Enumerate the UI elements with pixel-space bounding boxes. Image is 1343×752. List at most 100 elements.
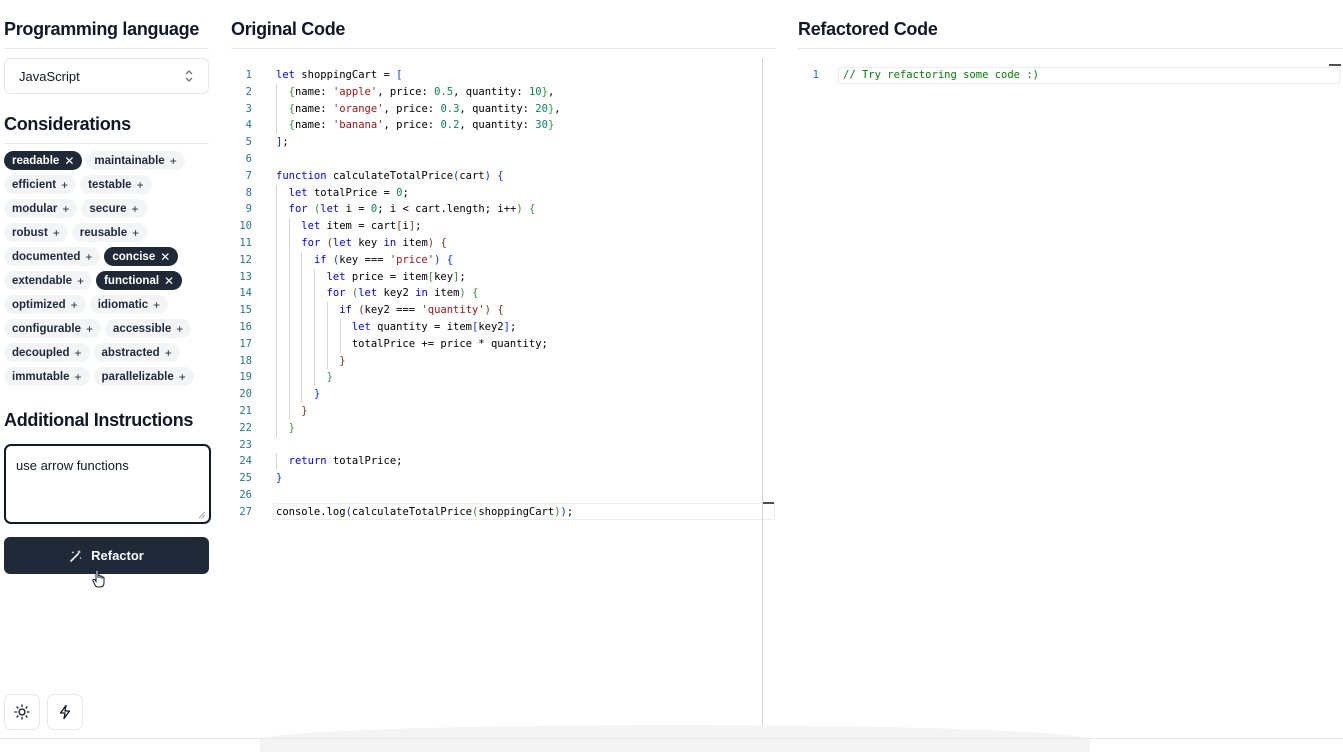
line-number: 16 [239, 320, 252, 333]
tag-label: secure [89, 202, 127, 215]
original-code-title: Original Code [231, 19, 346, 39]
instructions-textarea[interactable]: use arrow functions [4, 444, 211, 524]
add-icon: + [169, 153, 177, 168]
code-line: 19 } [231, 369, 762, 387]
tag-accessible[interactable]: accessible + [105, 319, 192, 338]
code-text: let item = cart[i]; [301, 220, 422, 233]
tag-immutable[interactable]: immutable + [4, 367, 90, 386]
line-number: 7 [245, 169, 252, 182]
code-text: {name: 'apple', price: 0.5, quantity: 10… [288, 85, 555, 98]
line-number: 13 [239, 270, 252, 283]
tag-maintainable[interactable]: maintainable + [86, 151, 185, 170]
tag-optimized[interactable]: optimized + [4, 295, 86, 314]
add-icon: + [85, 249, 93, 264]
code-text: } [313, 388, 321, 401]
tag-idiomatic[interactable]: idiomatic + [89, 295, 169, 314]
remove-icon: ✕ [160, 249, 171, 264]
tag-parallelizable[interactable]: parallelizable + [93, 367, 194, 386]
line-number: 20 [239, 388, 252, 401]
original-code-editor[interactable]: 1 let shoppingCart = [2 {name: 'apple', p… [231, 67, 762, 537]
line-number: 24 [239, 455, 252, 468]
tag-label: readable [12, 154, 60, 167]
tag-label: reusable [79, 226, 128, 239]
add-icon: + [62, 201, 70, 216]
tag-abstracted[interactable]: abstracted + [93, 343, 180, 362]
line-number: 21 [239, 404, 252, 417]
code-line: 18 } [231, 352, 762, 370]
tag-label: maintainable [94, 154, 165, 167]
line-number: 1 [245, 69, 252, 81]
resize-grip-icon[interactable] [198, 511, 206, 519]
refactored-code-editor[interactable]: 1 // Try refactoring some code :) [798, 67, 1338, 84]
code-line: 6 [231, 151, 762, 168]
line-number: 19 [239, 371, 252, 384]
tag-functional[interactable]: functional ✕ [96, 271, 183, 290]
tag-testable[interactable]: testable + [80, 175, 152, 194]
code-line: 16 let quantity = item[key2]; [231, 318, 762, 336]
code-text: console.log(calculateTotalPrice(shopping… [276, 505, 574, 518]
code-line: 2 {name: 'apple', price: 0.5, quantity: … [231, 83, 762, 101]
add-icon: + [86, 321, 94, 336]
tag-decoupled[interactable]: decoupled + [4, 343, 90, 362]
tag-label: functional [104, 274, 160, 287]
code-line: 14 for (let key2 in item) { [231, 285, 762, 303]
tag-concise[interactable]: concise ✕ [104, 247, 179, 266]
tag-label: configurable [12, 322, 82, 335]
code-text: let quantity = item[key2]; [351, 320, 517, 333]
tag-secure[interactable]: secure + [81, 199, 147, 218]
code-text: for (let key2 in item) { [326, 287, 479, 300]
code-line: 25} [231, 470, 762, 487]
add-icon: + [131, 201, 139, 216]
add-icon: + [77, 273, 85, 288]
add-icon: + [178, 369, 186, 384]
tag-readable[interactable]: readable ✕ [4, 151, 83, 170]
line-number: 4 [245, 119, 252, 132]
hand-pointer-icon [92, 569, 105, 588]
tag-robust[interactable]: robust + [4, 223, 68, 242]
line-number: 12 [239, 253, 252, 266]
line-number: 27 [239, 505, 252, 518]
divider [231, 48, 776, 49]
code-text: if (key === 'price') { [313, 253, 454, 266]
tag-label: optimized [12, 298, 66, 311]
code-line: 20 } [231, 386, 762, 403]
code-text: let totalPrice = 0; [288, 186, 409, 199]
add-icon: + [164, 345, 172, 360]
code-text: {name: 'orange', price: 0.3, quantity: 2… [288, 102, 561, 115]
line-number: 22 [239, 421, 252, 434]
tag-extendable[interactable]: extendable + [4, 271, 93, 290]
code-line: 9 for (let i = 0; i < cart.length; i++) … [231, 201, 762, 219]
code-text: return totalPrice; [288, 455, 403, 468]
code-line: 12 if (key === 'price') { [231, 251, 762, 269]
language-select[interactable]: JavaScript [4, 58, 209, 94]
tag-label: modular [12, 202, 58, 215]
line-number: 9 [245, 203, 252, 216]
code-line: 13 let price = item[key]; [231, 268, 762, 286]
editor-divider [762, 58, 763, 738]
bolt-button[interactable] [47, 694, 83, 730]
add-icon: + [61, 177, 69, 192]
scrollbar-marker [762, 502, 774, 504]
tag-label: testable [88, 178, 132, 191]
refactored-code-title: Refactored Code [798, 19, 938, 39]
tag-reusable[interactable]: reusable + [71, 223, 148, 242]
code-text: } [276, 472, 283, 485]
tag-configurable[interactable]: configurable + [4, 319, 102, 338]
theme-toggle-button[interactable] [4, 694, 40, 730]
tag-efficient[interactable]: efficient + [4, 175, 77, 194]
code-text: // Try refactoring some code :) [843, 69, 1039, 81]
tag-label: extendable [12, 274, 73, 287]
code-text: let price = item[key]; [326, 270, 466, 283]
code-line: 7 function calculateTotalPrice(cart) { [231, 168, 762, 185]
tag-modular[interactable]: modular + [4, 199, 78, 218]
tag-documented[interactable]: documented + [4, 247, 101, 266]
language-select-value: JavaScript [19, 68, 80, 84]
code-text: } [339, 354, 346, 367]
tag-label: robust [12, 226, 48, 239]
code-text: if (key2 === 'quantity') { [339, 304, 504, 317]
add-icon: + [70, 297, 78, 312]
code-line: 21 } [231, 402, 762, 420]
code-text: ]; [276, 136, 289, 149]
tag-label: concise [112, 250, 156, 263]
line-number: 6 [245, 152, 252, 165]
